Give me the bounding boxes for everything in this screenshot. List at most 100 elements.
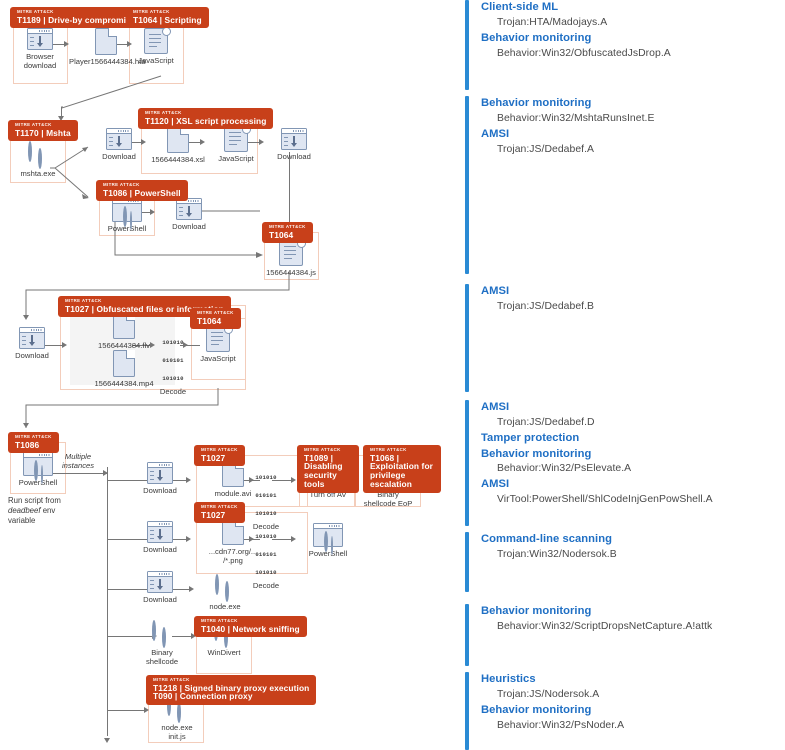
detection-accent-bar — [465, 604, 469, 666]
detection-item: Behavior:Win32/ObfuscatedJsDrop.A — [497, 47, 671, 59]
spine-vertical-dashed — [107, 714, 108, 740]
detection-list: Heuristics Trojan:JS/Nodersok.A Behavior… — [481, 672, 785, 733]
node-download-4b: Download — [128, 521, 192, 554]
connector — [107, 710, 147, 711]
detection-accent-bar — [465, 400, 469, 526]
node-label: Download — [102, 152, 136, 161]
node-label: PowerShell — [18, 478, 58, 487]
detection-heading: AMSI — [481, 127, 510, 140]
detection-group-5: Command-line scanning Trojan:Win32/Noder… — [465, 532, 785, 592]
node-label: WinDivert — [207, 648, 241, 657]
badge-kicker: MITRE ATT&CK — [201, 618, 238, 623]
node-download-4a: Download — [128, 462, 192, 495]
download-window-icon — [281, 128, 307, 150]
detection-list: Behavior monitoring Behavior:Win32/Scrip… — [481, 604, 785, 635]
detection-heading: Tamper protection — [481, 431, 580, 444]
node-label: Download — [143, 595, 177, 604]
badge-t1040: MITRE ATT&CK T1040 | Network sniffing — [194, 616, 307, 638]
node-browser-download: Browser download — [8, 28, 72, 71]
file-icon — [95, 27, 118, 55]
node-label: Download — [277, 152, 311, 161]
detection-item: Trojan:JS/Nodersok.A — [497, 688, 600, 700]
badge-technique: T1089 | Disabling security tools — [304, 452, 343, 490]
script-icon — [144, 27, 171, 54]
download-window-icon — [176, 198, 202, 220]
spine-vertical — [107, 467, 108, 735]
detection-heading: Behavior monitoring — [481, 447, 592, 460]
node-label: JavaScript — [138, 56, 174, 65]
node-label: Binary shellcode — [145, 648, 179, 667]
detection-heading: AMSI — [481, 401, 510, 413]
node-powershell-2: PowerShell — [95, 198, 159, 233]
badge-t1064-stage3: MITRE ATT&CK T1064 — [190, 308, 241, 330]
node-label: Download — [143, 545, 177, 554]
badge-kicker: MITRE ATT&CK — [153, 677, 190, 682]
node-label: node.exe — [209, 602, 241, 611]
file-icon — [167, 125, 190, 153]
file-icon — [113, 349, 136, 377]
download-window-icon — [19, 327, 45, 349]
badge-kicker: MITRE ATT&CK — [133, 9, 170, 14]
node-powershell-4b: PowerShell — [296, 523, 360, 558]
node-label: 1566444384.js — [266, 268, 316, 277]
node-label: Decode — [159, 387, 187, 396]
run-script-line3: env — [40, 506, 56, 516]
badge-t1064-stage2: MITRE ATT&CK T1064 — [262, 222, 313, 244]
detection-group-2: Behavior monitoring Behavior:Win32/Mshta… — [465, 96, 785, 274]
node-download-2a: Download — [87, 128, 151, 161]
node-javascript-2: JavaScript — [204, 125, 268, 163]
node-label: JavaScript — [218, 154, 254, 163]
badge-technique: T1170 | Mshta — [15, 127, 71, 138]
download-window-icon — [106, 128, 132, 150]
badge-technique: T1064 | Scripting — [133, 14, 202, 25]
node-download-4c: Download — [128, 571, 192, 604]
detection-list: Command-line scanning Trojan:Win32/Noder… — [481, 532, 785, 563]
gears-icon — [148, 620, 176, 648]
detection-list: AMSI Trojan:JS/Dedabef.B — [481, 284, 785, 315]
badge-t1189: MITRE ATT&CK T1189 | Drive-by compromise — [10, 7, 143, 29]
node-label: Download — [143, 486, 177, 495]
powershell-window-icon — [112, 198, 142, 230]
badge-technique: T1120 | XSL script processing — [145, 115, 267, 126]
node-label: mshta.exe — [20, 169, 56, 178]
badge-t1170: MITRE ATT&CK T1170 | Mshta — [8, 120, 78, 142]
download-window-icon — [147, 521, 173, 543]
detection-accent-bar — [465, 672, 469, 750]
badge-kicker: MITRE ATT&CK — [197, 310, 234, 315]
node-label: JavaScript — [200, 354, 236, 363]
badge-t1027-stage4a: MITRE ATT&CK T1027 — [194, 445, 245, 467]
badge-technique: T1068 | Exploitation for privilege escal… — [370, 452, 434, 490]
badge-kicker: MITRE ATT&CK — [65, 298, 102, 303]
binary-icon: 101010 010101 101010 — [255, 474, 277, 517]
run-script-line4: variable — [8, 516, 36, 526]
badge-technique: T1086 — [15, 439, 40, 450]
detection-heading: AMSI — [481, 285, 510, 297]
node-download-3: Download — [0, 327, 64, 360]
badge-kicker: MITRE ATT&CK — [15, 434, 52, 439]
badge-technique: T1086 | PowerShell — [103, 187, 181, 198]
badge-kicker: MITRE ATT&CK — [370, 447, 407, 452]
badge-kicker: MITRE ATT&CK — [304, 447, 341, 452]
node-mshta-exe: mshta.exe — [6, 141, 70, 178]
detection-accent-bar — [465, 96, 469, 274]
node-label: PowerShell — [308, 549, 348, 558]
detection-item: Trojan:JS/Dedabef.B — [497, 300, 595, 312]
node-node-exe: node.exe — [193, 574, 257, 611]
node-download-2c: Download — [157, 198, 221, 231]
badge-t1064-scripting: MITRE ATT&CK T1064 | Scripting — [126, 7, 209, 29]
detection-item: Behavior:Win32/ScriptDropsNetCapture.A!a… — [497, 620, 713, 632]
download-window-icon — [147, 571, 173, 593]
arrowhead — [104, 738, 110, 743]
detection-accent-bar — [465, 0, 469, 90]
detection-group-1: Client-side ML Trojan:HTA/Madojays.A Beh… — [465, 0, 785, 90]
badge-technique: T1189 | Drive-by compromise — [17, 14, 136, 25]
badge-technique: T1027 — [201, 509, 226, 520]
badge-t1089: MITRE ATT&CK T1089 | Disabling security … — [297, 445, 359, 493]
node-label: Download — [15, 351, 49, 360]
node-label: Browser download — [23, 52, 57, 71]
run-script-line1: Run script from — [8, 496, 61, 505]
detection-group-7: Heuristics Trojan:JS/Nodersok.A Behavior… — [465, 672, 785, 750]
detection-item: Behavior:Win32/PsElevate.A — [497, 463, 632, 475]
badge-t1218-t090: MITRE ATT&CK T1218 | Signed binary proxy… — [146, 675, 317, 706]
badge-technique: T1064 — [269, 229, 294, 240]
